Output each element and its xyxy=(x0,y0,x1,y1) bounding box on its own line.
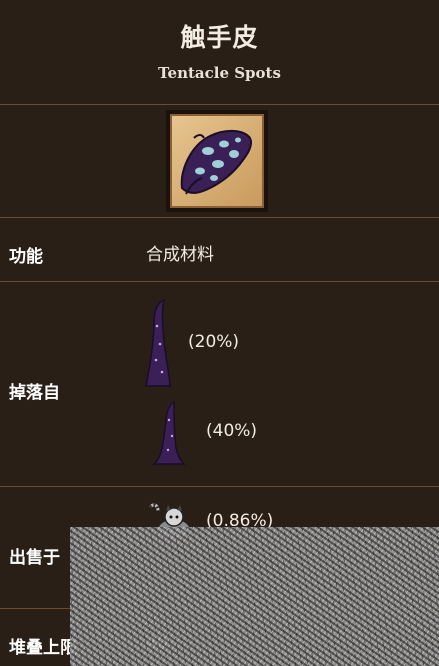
item-image-row xyxy=(0,105,439,217)
item-image-frame xyxy=(166,110,268,212)
item-title-chinese: 触手皮 xyxy=(180,23,259,52)
title-block: 触手皮 Tentacle Spots xyxy=(0,0,439,104)
item-title-english: Tentacle Spots xyxy=(158,64,281,82)
tentacle-drop-chance: (20%) xyxy=(188,332,240,352)
drops-label: 掉落自 xyxy=(9,383,60,403)
item-infobox: 触手皮 Tentacle Spots 功能 合成材料 掉落自 (20%) (40… xyxy=(0,0,439,666)
sold-label: 出售于 xyxy=(9,548,60,568)
baby-tentacle-drop-chance: (40%) xyxy=(206,421,258,441)
baby-tentacle-icon[interactable] xyxy=(150,398,186,470)
tentacle-icon[interactable] xyxy=(140,296,176,392)
function-row: 功能 合成材料 xyxy=(0,218,439,280)
tentacle-spots-icon xyxy=(180,130,252,195)
stack-label: 堆叠上限 xyxy=(9,638,77,658)
noise-overlay xyxy=(70,527,439,666)
function-label: 功能 xyxy=(9,247,43,267)
function-value: 合成材料 xyxy=(146,245,214,265)
drops-row: 掉落自 (20%) (40%) xyxy=(0,282,439,486)
